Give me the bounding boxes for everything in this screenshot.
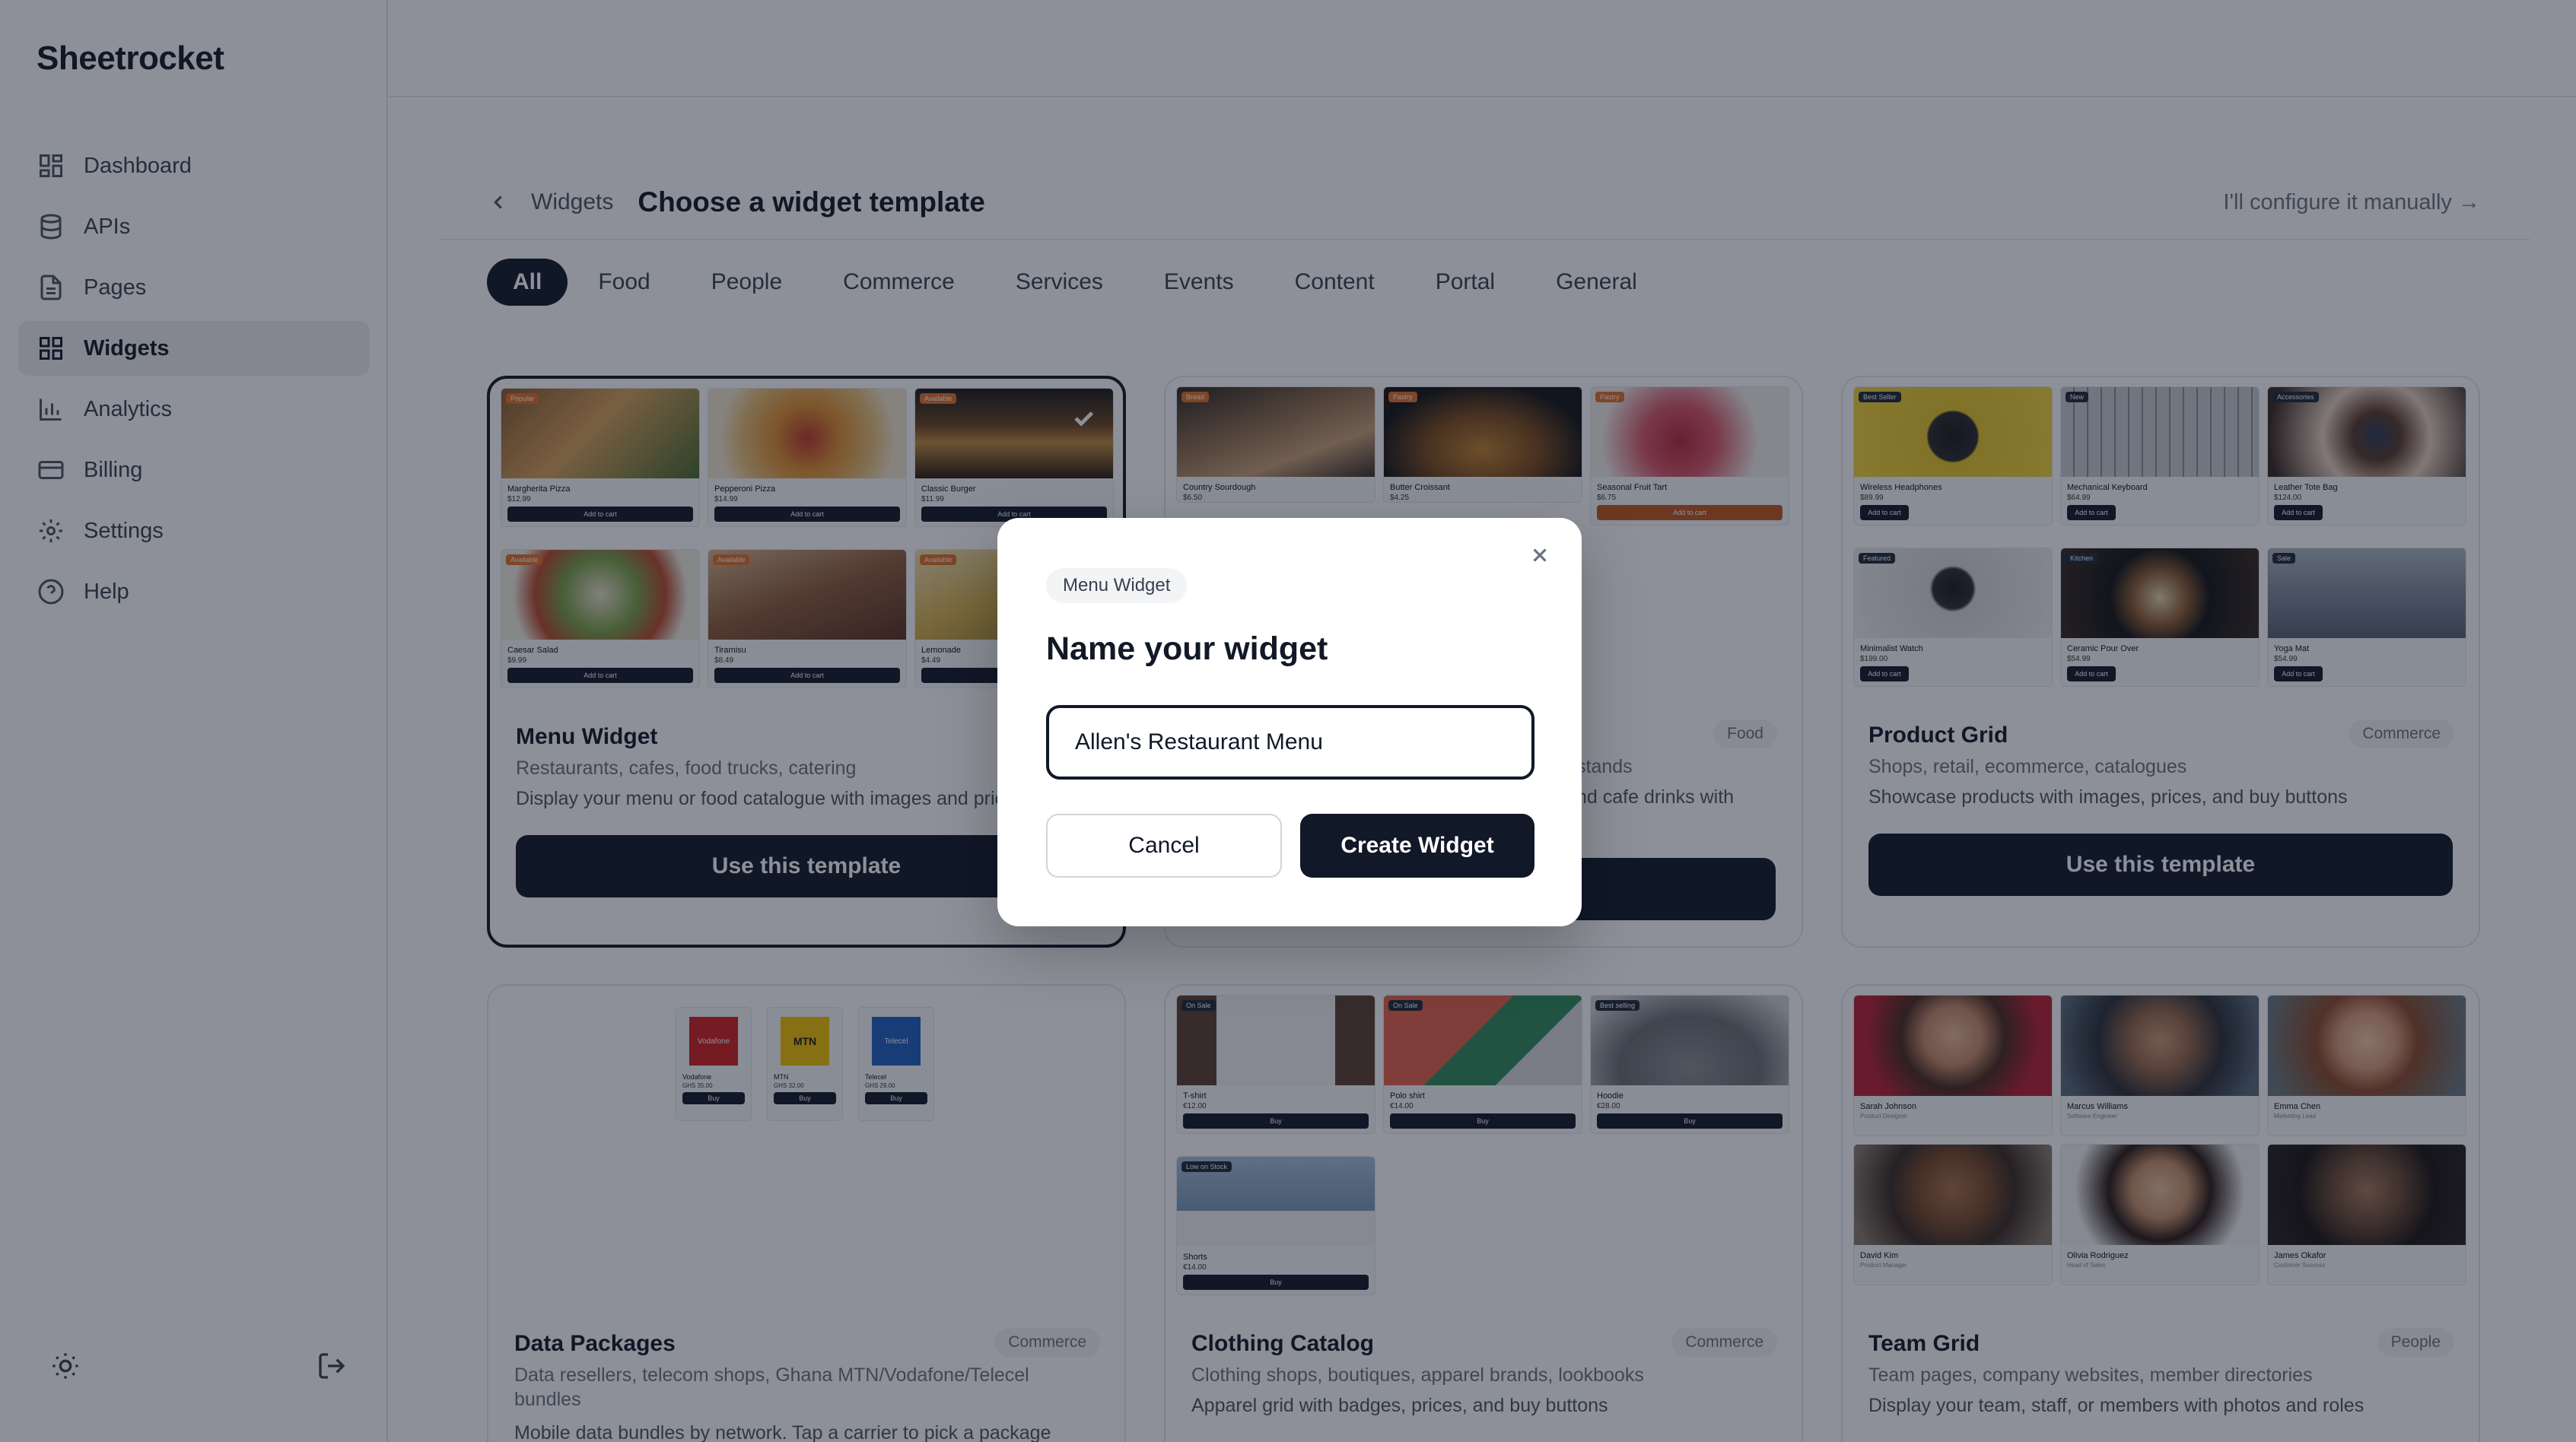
name-widget-dialog: Menu Widget Name your widget Cancel Crea… bbox=[997, 518, 1582, 926]
close-icon[interactable] bbox=[1528, 544, 1554, 570]
widget-name-input[interactable] bbox=[1046, 705, 1534, 780]
cancel-button[interactable]: Cancel bbox=[1046, 814, 1282, 878]
create-widget-button[interactable]: Create Widget bbox=[1300, 814, 1534, 878]
template-tag: Menu Widget bbox=[1046, 568, 1188, 603]
dialog-title: Name your widget bbox=[1046, 630, 1328, 667]
